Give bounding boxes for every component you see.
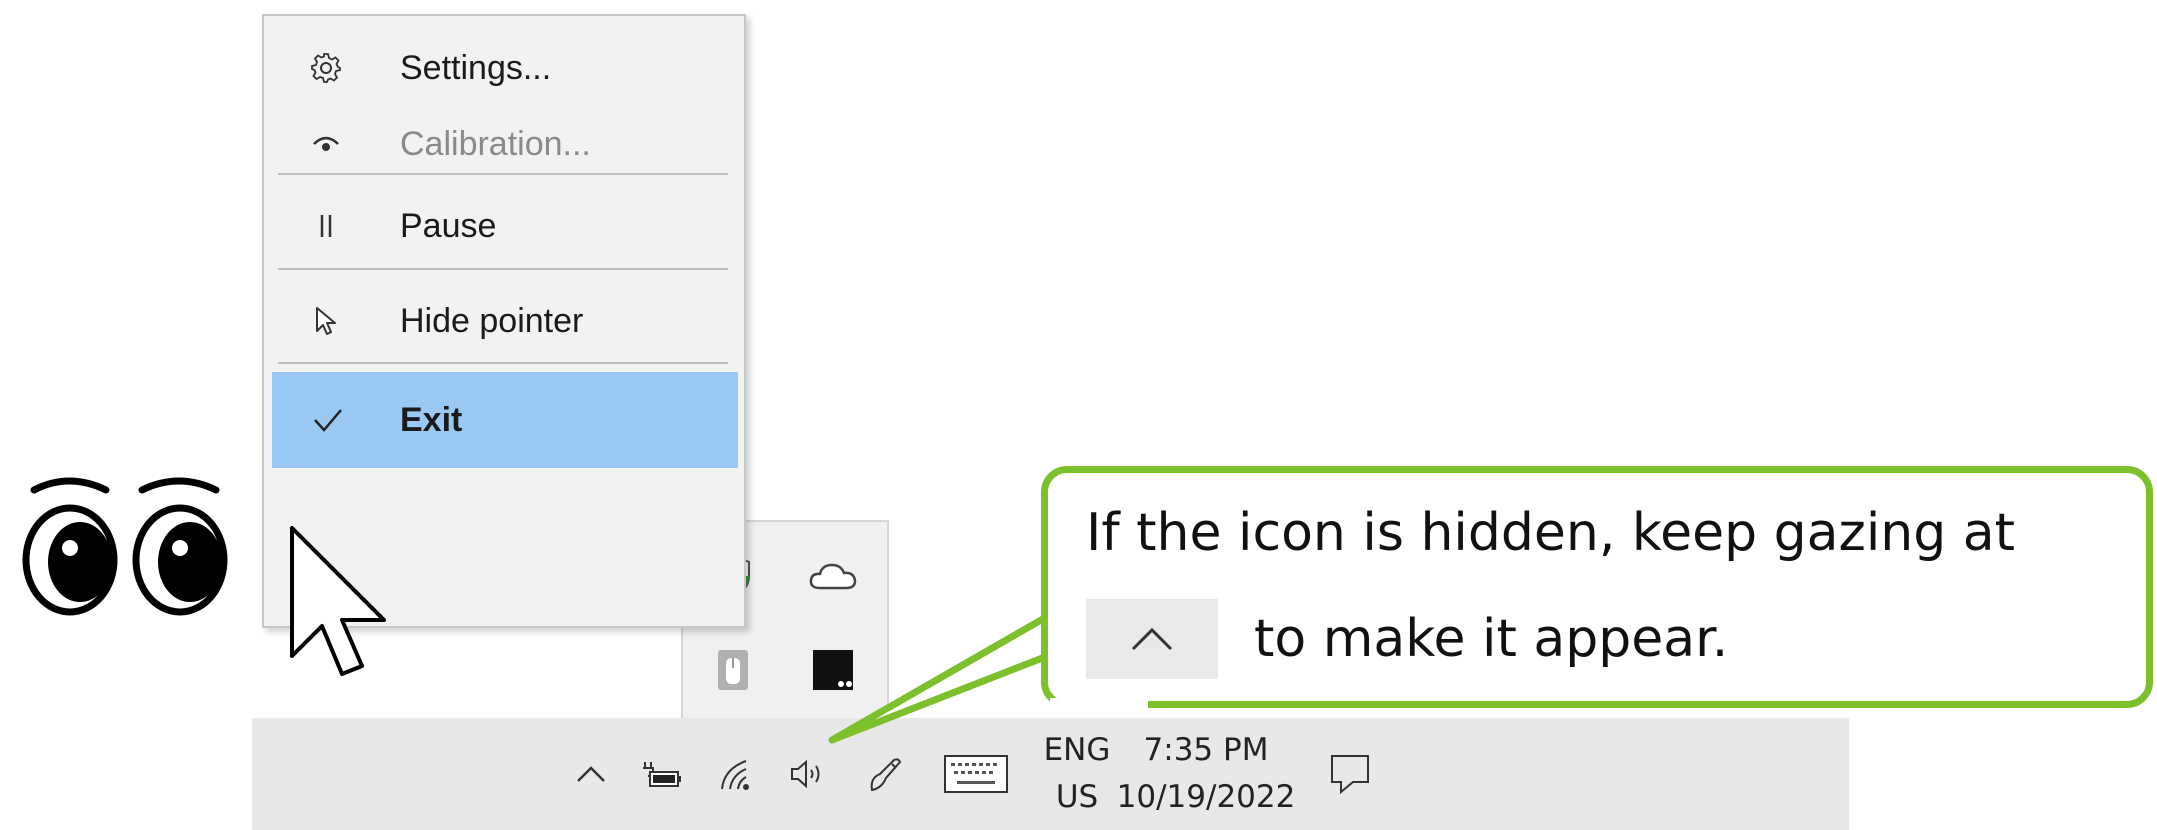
- menu-label-exit: Exit: [400, 400, 463, 439]
- callout-text-line2: to make it appear.: [1254, 609, 1729, 669]
- callout-text-line2-row: to make it appear.: [1086, 599, 1728, 679]
- callout: If the icon is hidden, keep gazing at to…: [1041, 466, 2153, 708]
- battery-icon[interactable]: [632, 718, 692, 830]
- menu-separator: [278, 362, 728, 364]
- pause-icon: [264, 178, 376, 274]
- menu-label-settings: Settings...: [400, 48, 552, 87]
- checkmark-icon: [272, 372, 376, 468]
- callout-text-line1: If the icon is hidden, keep gazing at: [1086, 503, 2016, 563]
- menu-label-calibration: Calibration...: [400, 124, 591, 163]
- onedrive-icon[interactable]: [803, 546, 863, 606]
- action-center-icon[interactable]: [1312, 718, 1388, 830]
- menu-item-exit[interactable]: Exit: [272, 372, 738, 468]
- callout-tail-joint: [1050, 698, 1148, 710]
- menu-separator: [278, 173, 728, 175]
- menu-item-pause[interactable]: Pause: [264, 178, 744, 274]
- language-line2: US: [1055, 779, 1099, 815]
- eyes-icon: [22, 477, 228, 616]
- menu-label-hide-pointer: Hide pointer: [400, 301, 584, 340]
- menu-label-pause: Pause: [400, 206, 497, 245]
- cursor-icon: [290, 526, 386, 676]
- menu-separator: [278, 268, 728, 270]
- wifi-icon[interactable]: [708, 718, 768, 830]
- menu-item-hide-pointer[interactable]: Hide pointer: [264, 273, 744, 369]
- pointer-icon: [264, 273, 376, 369]
- chevron-up-icon: [1086, 599, 1218, 679]
- usb-device-icon[interactable]: [703, 640, 763, 700]
- chevron-up-icon[interactable]: [566, 718, 616, 830]
- screen: ENG US 7:35 PM 10/19/2022 Settings... Ca…: [0, 0, 2157, 830]
- clock-date: 10/19/2022: [1116, 779, 1296, 815]
